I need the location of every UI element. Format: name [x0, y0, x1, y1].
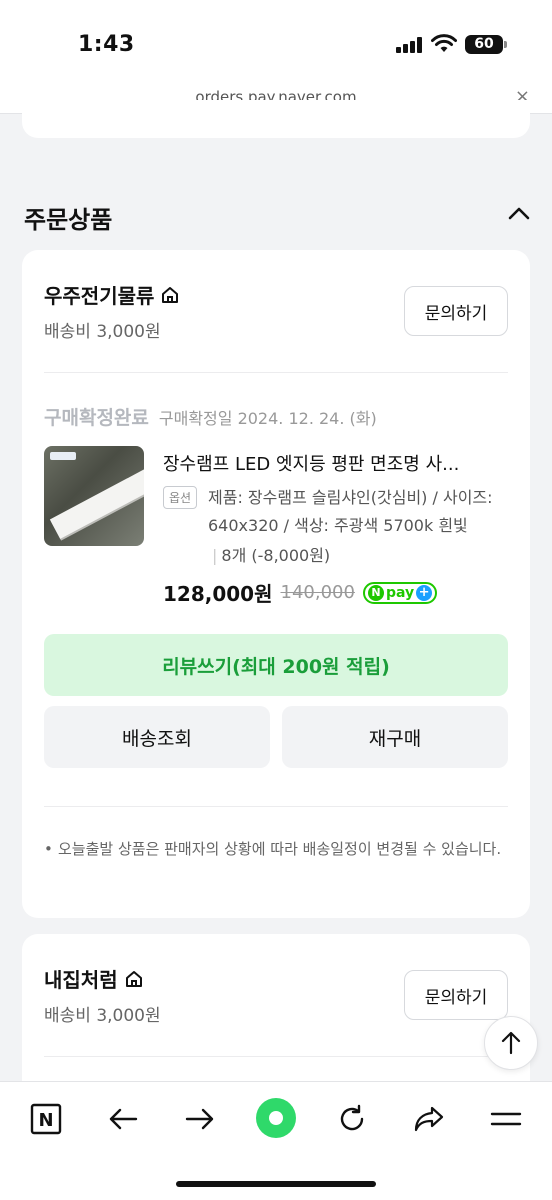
- original-price: 140,000: [280, 582, 355, 603]
- npay-n-icon: N: [367, 584, 384, 601]
- share-button[interactable]: [409, 1099, 449, 1139]
- seller-name[interactable]: 우주전기물류: [44, 280, 154, 309]
- store-home-icon: [125, 970, 142, 987]
- menu-icon: [490, 1112, 522, 1126]
- product-image[interactable]: [44, 446, 144, 546]
- track-delivery-button[interactable]: 배송조회: [44, 706, 270, 768]
- green-dot-button[interactable]: [255, 1097, 297, 1139]
- delivery-notice: 오늘출발 상품은 판매자의 상황에 따라 배송일정이 변경될 수 있습니다.: [44, 836, 510, 862]
- divider: [44, 806, 508, 807]
- product-name[interactable]: 장수램프 LED 엣지등 평판 면조명 사...: [163, 450, 513, 476]
- quantity-separator: |: [212, 546, 218, 565]
- status-bar: 1:43 60: [0, 0, 552, 80]
- npay-plus-badge: N pay +: [362, 581, 438, 604]
- order-status-row: 구매확정완료 구매확정일 2024. 12. 24. (화): [44, 403, 377, 430]
- arrow-up-icon: [501, 1031, 521, 1055]
- wifi-icon: [431, 34, 457, 52]
- inquiry-button-2[interactable]: 문의하기: [404, 970, 508, 1020]
- menu-button[interactable]: [486, 1099, 526, 1139]
- seller-row-2[interactable]: 내집처럼: [44, 964, 144, 993]
- status-time: 1:43: [78, 32, 135, 57]
- inquiry-button[interactable]: 문의하기: [404, 286, 508, 336]
- refresh-button[interactable]: [332, 1099, 372, 1139]
- npay-text: pay: [385, 584, 415, 601]
- forward-button[interactable]: [180, 1099, 220, 1139]
- confirm-date: 구매확정일 2024. 12. 24. (화): [158, 409, 377, 428]
- plus-icon: +: [416, 584, 433, 601]
- shipping-fee: 배송비 3,000원: [44, 322, 161, 342]
- arrow-left-icon: [109, 1108, 138, 1130]
- battery-cap: [504, 41, 507, 48]
- naver-n-label: N: [38, 1110, 53, 1131]
- green-dot-icon: [256, 1098, 296, 1138]
- divider: [44, 1056, 508, 1057]
- chevron-up-icon[interactable]: [508, 206, 530, 220]
- store-home-icon: [162, 286, 179, 303]
- option-text: 제품: 장수램프 슬림샤인(갓심비) / 사이즈: 640x320 / 색상: …: [208, 488, 493, 535]
- refresh-icon: [340, 1104, 364, 1131]
- battery-icon: 60: [465, 35, 503, 54]
- scroll-top-button[interactable]: [484, 1016, 538, 1070]
- option-badge: 옵션: [163, 486, 198, 509]
- naver-n-icon: N: [30, 1103, 62, 1135]
- arrow-right-icon: [185, 1108, 214, 1130]
- previous-card: [22, 100, 530, 138]
- signal-icon: [396, 37, 422, 53]
- order-status: 구매확정완료: [44, 407, 149, 429]
- order-card: 우주전기물류 배송비 3,000원 문의하기 구매확정완료 구매확정일 2024…: [22, 250, 530, 918]
- rebuy-button[interactable]: 재구매: [282, 706, 508, 768]
- seller-name-2[interactable]: 내집처럼: [44, 964, 118, 993]
- shipping-fee-2: 배송비 3,000원: [44, 1006, 161, 1026]
- share-arrow-icon: [414, 1106, 444, 1132]
- price-row: 128,000원 140,000 N pay +: [163, 578, 438, 607]
- back-button[interactable]: [103, 1099, 143, 1139]
- naver-home-button[interactable]: N: [26, 1099, 66, 1139]
- price: 128,000원: [163, 582, 273, 606]
- quantity-text: 8개 (-8,000원): [221, 546, 331, 565]
- quantity-row: | 8개 (-8,000원): [208, 542, 330, 566]
- write-review-button[interactable]: 리뷰쓰기(최대 200원 적립): [44, 634, 508, 696]
- section-title: 주문상품: [24, 206, 113, 234]
- divider: [44, 372, 508, 373]
- seller-row[interactable]: 우주전기물류: [44, 280, 180, 309]
- home-indicator: [176, 1181, 376, 1187]
